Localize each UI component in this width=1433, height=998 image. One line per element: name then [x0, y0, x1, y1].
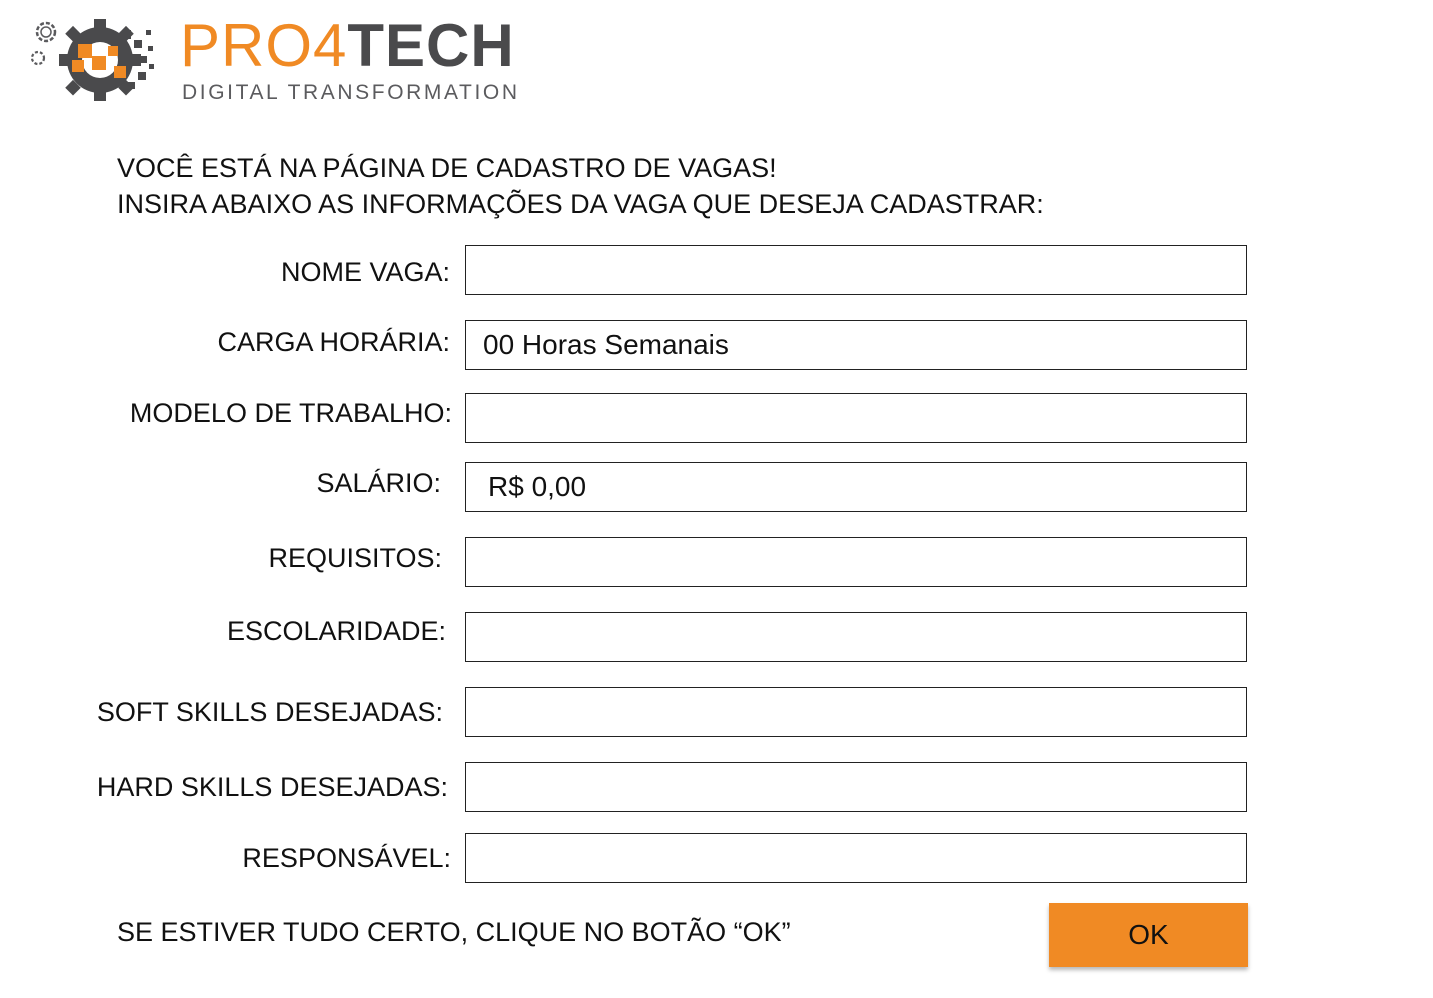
requisitos-input[interactable]: [465, 537, 1247, 587]
intro-text: VOCÊ ESTÁ NA PÁGINA DE CADASTRO DE VAGAS…: [117, 150, 1044, 222]
intro-line-1: VOCÊ ESTÁ NA PÁGINA DE CADASTRO DE VAGAS…: [117, 153, 777, 183]
carga-horaria-input[interactable]: [465, 320, 1247, 370]
escolaridade-input[interactable]: [465, 612, 1247, 662]
brand-name-part1: PRO4: [180, 12, 348, 79]
label-modelo-trabalho: MODELO DE TRABALHO:: [129, 398, 452, 428]
hard-skills-input[interactable]: [465, 762, 1247, 812]
label-salario: SALÁRIO:: [316, 468, 441, 498]
brand-tagline: DIGITAL TRANSFORMATION: [182, 81, 520, 104]
label-nome-vaga: NOME VAGA:: [280, 257, 450, 287]
intro-line-2: INSIRA ABAIXO AS INFORMAÇÕES DA VAGA QUE…: [117, 189, 1044, 219]
ok-button[interactable]: OK: [1049, 903, 1248, 967]
label-hard-skills: HARD SKILLS DESEJADAS:: [96, 772, 448, 802]
nome-vaga-input[interactable]: [465, 245, 1247, 295]
gears-pixels-icon: [30, 19, 154, 101]
label-soft-skills: SOFT SKILLS DESEJADAS:: [96, 697, 443, 727]
label-escolaridade: ESCOLARIDADE:: [226, 616, 446, 646]
label-responsavel: RESPONSÁVEL:: [242, 843, 451, 873]
label-carga-horaria: CARGA HORÁRIA:: [217, 327, 450, 357]
soft-skills-input[interactable]: [465, 687, 1247, 737]
responsavel-input[interactable]: [465, 833, 1247, 883]
label-requisitos: REQUISITOS:: [268, 543, 442, 573]
modelo-trabalho-input[interactable]: [465, 393, 1247, 443]
brand-name-part2: TECH: [347, 12, 515, 79]
brand-logo: PRO4TECH DIGITAL TRANSFORMATION: [28, 14, 548, 106]
brand-name: PRO4TECH: [180, 16, 515, 76]
salario-input[interactable]: [465, 462, 1247, 512]
confirm-instruction: SE ESTIVER TUDO CERTO, CLIQUE NO BOTÃO “…: [117, 917, 791, 947]
